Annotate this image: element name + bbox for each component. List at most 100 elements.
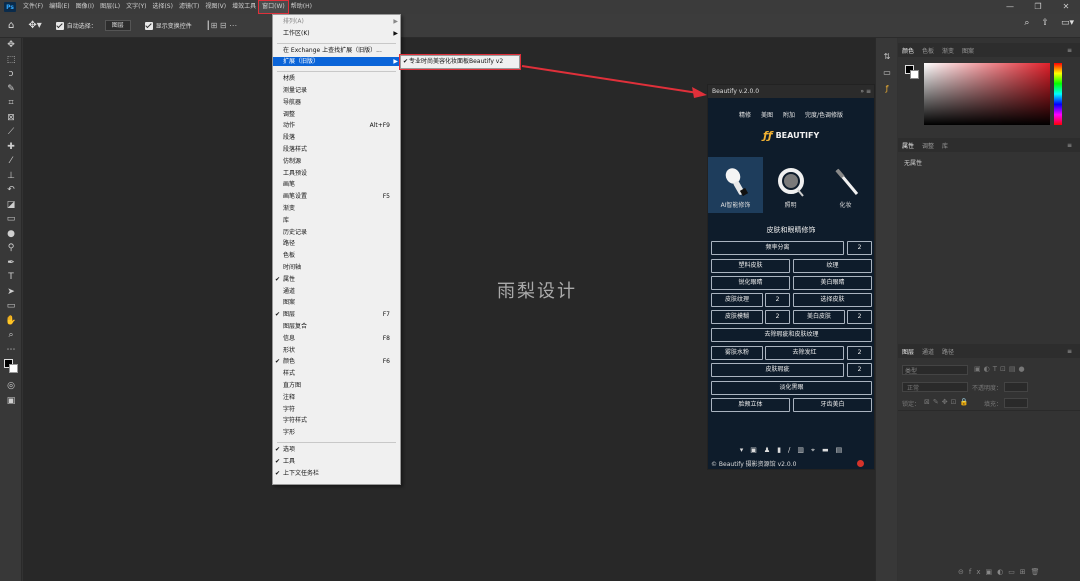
freq-sep-button[interactable]: 频率分离 [711,241,844,255]
auto-select-checkbox[interactable]: 自动选择： [55,21,97,30]
menu-view[interactable]: 视图(V) [202,1,229,13]
whiten-skin-button[interactable]: 美白皮肤 [793,310,845,324]
window-menu-item[interactable]: 仿制源 [273,157,400,166]
background-color-swatch[interactable] [910,70,919,79]
menu-file[interactable]: 文件(F) [20,1,46,13]
texture-button[interactable]: 纹理 [793,259,872,273]
window-menu-item[interactable]: 调整 [273,110,400,119]
window-menu-item[interactable]: ✔ 上下文任务栏 [273,469,400,478]
window-menu-item[interactable]: 直方图 [273,381,400,390]
freq-sep-count[interactable]: 2 [847,241,872,255]
auto-select-dropdown[interactable]: 图层 [104,20,131,31]
shape-icon[interactable]: ▭ [0,299,22,314]
fill-input[interactable] [1004,398,1028,408]
whiten-skin-count[interactable]: 2 [847,310,872,324]
window-menu-item[interactable]: 字符 [273,405,400,414]
panel-menu-icon[interactable]: » ≡ [860,85,871,98]
brush-icon[interactable]: ⁄ [0,154,22,169]
layer-filter-dropdown[interactable]: 类型 [902,365,968,375]
window-menu-item[interactable]: 信息 F8 [273,334,400,343]
window-menu-item[interactable]: 画笔 [273,180,400,189]
remove-red-button[interactable]: 去除发红 [765,346,844,360]
marquee-icon[interactable]: ⬚ [0,53,22,68]
search-icon[interactable]: ⌕ [1024,18,1029,28]
pen-icon[interactable]: ✒ [0,256,22,271]
move-icon[interactable]: ✥ [0,38,22,53]
tab-color[interactable]: 颜色 [898,46,918,55]
menu-select[interactable]: 选择(S) [149,1,176,13]
healing-icon[interactable]: ✚ [0,140,22,155]
gradient-icon[interactable]: ▥ [797,446,804,455]
window-menu-item[interactable]: ✔ 属性 [273,275,400,284]
skin-texture-count[interactable]: 2 [765,293,790,307]
hand-icon[interactable]: ✋ [0,314,22,329]
sharpen-eyes-button[interactable]: 锐化眼睛 [711,276,790,290]
window-menu-item[interactable]: 段落 [273,133,400,142]
layer-filter-icons[interactable]: ▣◐T⊡▤● [974,365,1028,373]
window-menu-item[interactable]: 库 [273,216,400,225]
plastic-skin-button[interactable]: 塑料皮肤 [711,259,790,273]
language-flag-icon[interactable] [857,460,864,467]
window-menu-item[interactable]: ✔ 颜色 F6 [273,357,400,366]
skin-blur-button[interactable]: 皮肤模糊 [711,310,763,324]
lock-icons[interactable]: ⊠✎✥⊡🔒 [924,398,971,406]
lasso-icon[interactable]: ↄ [0,67,22,82]
layers-footer-icons[interactable]: ⊝fx▣◐▭⊞🗑 [958,568,1045,576]
tab-gradients[interactable]: 渐变 [938,46,958,55]
menu-type[interactable]: 文字(Y) [123,1,149,13]
color-field[interactable] [924,63,1050,125]
window-menu-item[interactable]: 渐变 [273,204,400,213]
tab-adjustments[interactable]: 调整 [918,141,938,150]
stamp-icon[interactable]: ♟ [764,446,770,455]
gradient-icon[interactable]: ▭ [0,212,22,227]
tab-channels[interactable]: 通道 [918,347,938,356]
panel-menu-icon[interactable]: ≡ [1063,47,1076,54]
menu-window[interactable]: 窗口(W) [258,0,289,14]
window-menu-item[interactable]: 色板 [273,251,400,260]
tab-retouch[interactable]: 精修 [739,110,751,119]
crop-icon[interactable]: ⌗ [0,96,22,111]
card-light[interactable]: 照明 [763,157,818,213]
history-brush-icon[interactable]: ↶ [0,183,22,198]
comment-icon[interactable]: ▭ [876,64,898,80]
card-makeup[interactable]: 化妆 [818,157,873,213]
window-menu-item[interactable]: ✔ 选项 [273,445,400,454]
window-menu-item[interactable]: 图案 [273,298,400,307]
quickmask-icon[interactable]: ◎ [0,379,22,394]
select-skin-button[interactable]: 选择皮肤 [793,293,872,307]
blend-mode-dropdown[interactable]: 正常 [902,382,968,392]
window-menu-item[interactable]: 图层复合 [273,322,400,331]
background-swatch[interactable] [9,364,18,373]
type-icon[interactable]: T [0,270,22,285]
window-menu-item[interactable]: 样式 [273,369,400,378]
window-menu-item[interactable]: 通道 [273,287,400,296]
plugin-icon[interactable]: ƒ [876,80,898,96]
eyedropper-icon[interactable]: ⌖ [811,446,815,455]
menu-help[interactable]: 帮助(H) [288,1,315,13]
window-menu-item[interactable]: 工具预设 [273,169,400,178]
eraser-icon[interactable]: ◪ [0,198,22,213]
panel-menu-icon[interactable]: ≡ [1063,142,1076,149]
window-menu-item[interactable]: 工作区(K) ▶ [273,29,400,38]
workspace-icon[interactable]: ▭▾ [1061,18,1074,28]
tab-extra[interactable]: 附加 [783,110,795,119]
tab-properties[interactable]: 属性 [898,141,918,150]
menu-layer[interactable]: 图层(L) [97,1,123,13]
opacity-input[interactable] [1004,382,1028,392]
tab-libraries[interactable]: 库 [938,141,952,150]
skin-blemish-button[interactable]: 皮肤瑕疵 [711,363,844,377]
panel-icon[interactable]: ▤ [836,446,843,455]
menu-image[interactable]: 图像(I) [73,1,97,13]
window-menu-item[interactable]: 字形 [273,428,400,437]
more-icon[interactable]: ⋯ [0,343,22,358]
menu-edit[interactable]: 编辑(E) [46,1,72,13]
matte-button[interactable]: 雾肤水粉 [711,346,763,360]
move-tool-icon[interactable]: ✥▾ [28,20,41,31]
level-icon[interactable]: ▬ [822,446,829,455]
zoom-icon[interactable]: ⌕ [0,328,22,343]
window-menu-item[interactable]: 形状 [273,346,400,355]
mask-icon[interactable]: ▣ [750,446,757,455]
window-menu-item[interactable]: 动作 Alt+F9 [273,121,400,130]
window-menu-item[interactable]: 字符样式 [273,416,400,425]
tab-patterns[interactable]: 图案 [958,46,978,55]
